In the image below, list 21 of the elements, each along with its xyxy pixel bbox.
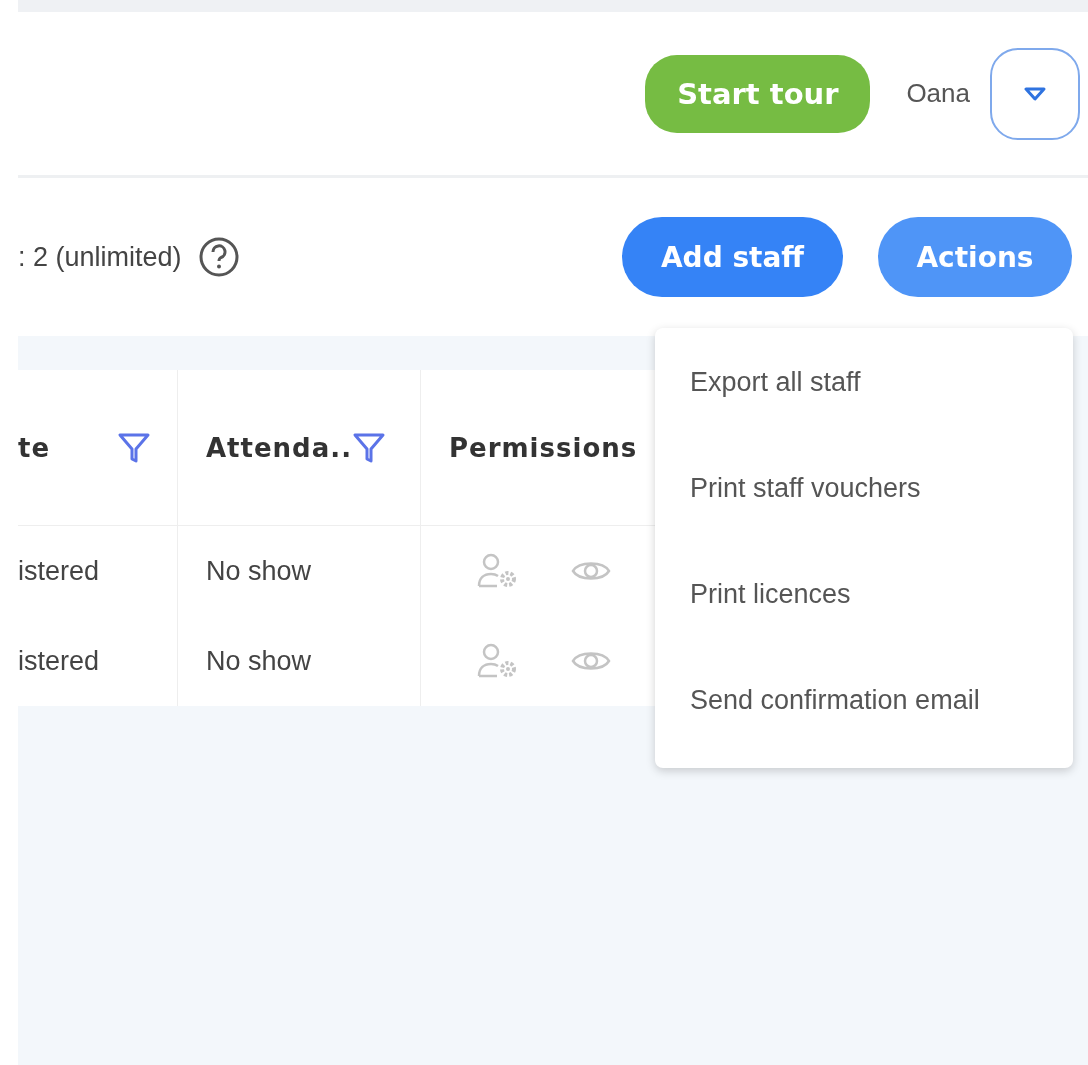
user-settings-icon[interactable] [477, 643, 519, 679]
menu-item[interactable]: Print licences [655, 548, 1073, 654]
help-icon[interactable] [197, 236, 240, 278]
filter-icon[interactable] [117, 431, 151, 464]
filter-icon[interactable] [352, 431, 387, 464]
user-name: Oana [906, 78, 970, 109]
column-header: te [18, 432, 51, 463]
column-header: Permissions [449, 432, 638, 463]
user-settings-icon[interactable] [477, 553, 519, 589]
user-menu-button[interactable] [990, 47, 1080, 140]
table-cell: istered [18, 526, 178, 616]
table-cell: No show [178, 526, 421, 616]
menu-item[interactable]: Export all staff [655, 336, 1073, 442]
staff-count-text: : 2 (unlimited) [18, 241, 182, 273]
column-header: Attenda.. [206, 432, 353, 463]
menu-item[interactable]: Print staff vouchers [655, 442, 1073, 548]
menu-item[interactable]: Send confirmation email [655, 654, 1073, 760]
dropdown-icon [1024, 86, 1046, 101]
table-cell: istered [18, 616, 178, 706]
add-staff-button[interactable]: Add staff [622, 217, 843, 297]
table-cell: No show [178, 616, 421, 706]
